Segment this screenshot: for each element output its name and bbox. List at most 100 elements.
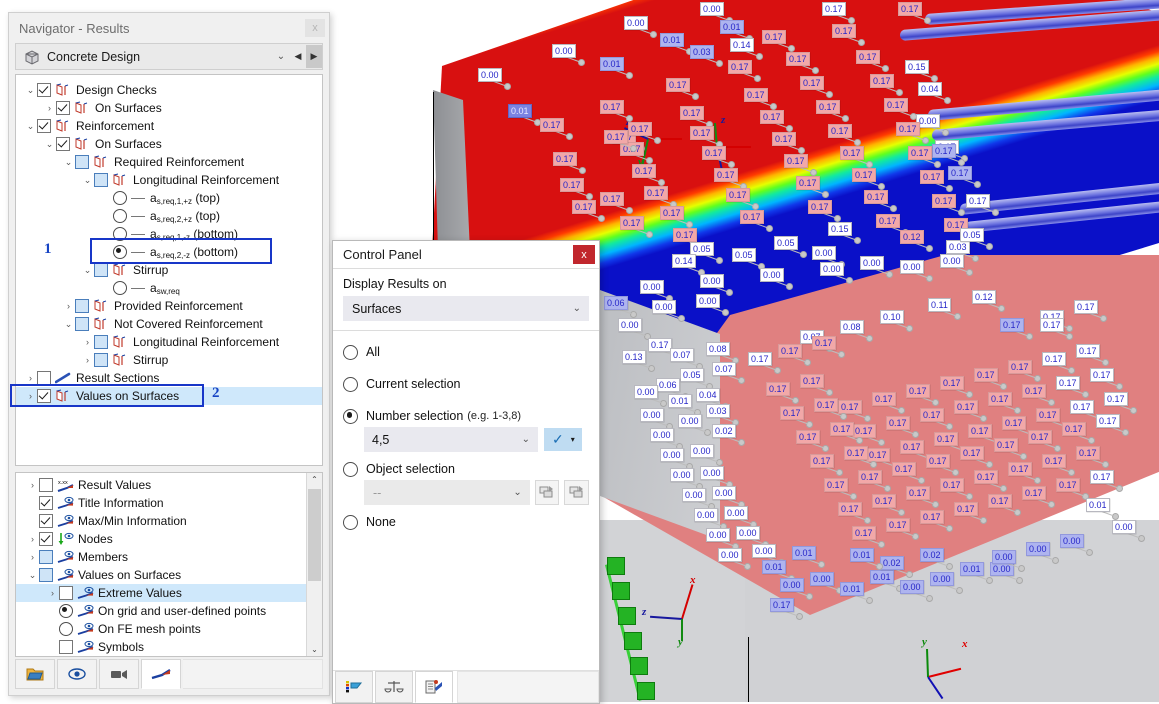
- radio-all[interactable]: [343, 345, 358, 360]
- tree-expander[interactable]: ⌄: [26, 570, 39, 581]
- tree-row[interactable]: as,req,2,-z (bottom): [16, 243, 322, 261]
- tree-row[interactable]: ›Longitudinal Reinforcement: [16, 333, 322, 351]
- checkbox[interactable]: [94, 335, 108, 349]
- chevron-down-icon[interactable]: ⌄: [522, 434, 530, 445]
- results-tree[interactable]: ⌄Design Checks›On Surfaces⌄Reinforcement…: [15, 74, 323, 466]
- number-selection-row[interactable]: 4,5 ⌄ ✓ ▾: [364, 427, 589, 452]
- tree-expander[interactable]: ›: [24, 373, 37, 383]
- chevron-down-icon[interactable]: ⌄: [573, 303, 581, 314]
- radio-object-selection[interactable]: [343, 462, 358, 477]
- navigator-tabbar[interactable]: [15, 659, 323, 689]
- checkbox[interactable]: [75, 299, 89, 313]
- tree-row[interactable]: ⌄Stirrup: [16, 261, 322, 279]
- option-object-selection[interactable]: Object selection: [343, 458, 589, 480]
- tree-expander[interactable]: ⌄: [24, 85, 37, 96]
- checkbox[interactable]: [37, 371, 51, 385]
- tree-row[interactable]: ›Values on Surfaces: [16, 387, 322, 405]
- chevron-down-icon[interactable]: ▾: [568, 435, 578, 444]
- checkbox[interactable]: [37, 119, 51, 133]
- views-navigator-tab[interactable]: [99, 659, 139, 689]
- checkbox[interactable]: [59, 586, 73, 600]
- close-icon[interactable]: x: [305, 19, 325, 37]
- tree-row[interactable]: ›Nodes: [16, 530, 306, 548]
- checkbox[interactable]: [37, 83, 51, 97]
- checkbox[interactable]: [39, 514, 53, 528]
- tree-row[interactable]: ›On Surfaces: [16, 99, 322, 117]
- scroll-down-icon[interactable]: ⌄: [311, 645, 318, 654]
- factors-tab[interactable]: [375, 671, 413, 703]
- tree-row[interactable]: ›Extreme Values: [16, 584, 306, 602]
- checkbox[interactable]: [75, 155, 89, 169]
- checkbox[interactable]: [75, 317, 89, 331]
- object-selection-row[interactable]: -- ⌄: [364, 480, 589, 505]
- radio-button[interactable]: [113, 209, 127, 223]
- check-icon[interactable]: ✓: [548, 431, 568, 448]
- pick-objects-alt-icon[interactable]: [564, 480, 589, 505]
- tree-row[interactable]: ›Result Sections: [16, 369, 322, 387]
- tree-row[interactable]: ›Provided Reinforcement: [16, 297, 322, 315]
- display-results-tab[interactable]: [415, 671, 453, 703]
- checkbox[interactable]: [56, 101, 70, 115]
- tree-expander[interactable]: ⌄: [62, 319, 75, 330]
- checkbox[interactable]: [39, 496, 53, 510]
- option-none[interactable]: None: [343, 511, 589, 533]
- radio-button[interactable]: [59, 604, 73, 618]
- tree-expander[interactable]: ⌄: [24, 121, 37, 132]
- tree-row[interactable]: Symbols: [16, 638, 306, 656]
- tree-expander[interactable]: ›: [26, 480, 39, 490]
- close-icon[interactable]: x: [573, 245, 595, 264]
- radio-number-selection[interactable]: [343, 409, 358, 424]
- number-selection-input[interactable]: 4,5 ⌄: [364, 427, 538, 452]
- radio-current-selection[interactable]: [343, 377, 358, 392]
- checkbox[interactable]: [39, 532, 53, 546]
- tree-expander[interactable]: ›: [43, 103, 56, 113]
- tree-row[interactable]: ⌄Reinforcement: [16, 117, 322, 135]
- checkbox[interactable]: [94, 173, 108, 187]
- display-navigator-tab[interactable]: [57, 659, 97, 689]
- tree-row[interactable]: ›Members: [16, 548, 306, 566]
- display-tree[interactable]: ›x.xxResult ValuesTitle InformationMax/M…: [15, 472, 323, 657]
- tree-row[interactable]: as,req,1,+z (top): [16, 189, 322, 207]
- checkbox[interactable]: [39, 550, 53, 564]
- option-number-selection[interactable]: Number selection (e.g. 1-3,8): [343, 405, 589, 427]
- option-all[interactable]: All: [343, 341, 589, 363]
- tree-expander[interactable]: ›: [81, 355, 94, 365]
- navigator-panel[interactable]: Navigator - Results x Concrete Design ⌄ …: [8, 12, 330, 696]
- option-current-selection[interactable]: Current selection: [343, 373, 589, 395]
- tree-row[interactable]: asw,req: [16, 279, 322, 297]
- tree-expander[interactable]: ›: [26, 552, 39, 562]
- scroll-up-icon[interactable]: ⌃: [311, 475, 318, 484]
- prev-arrow-icon[interactable]: ◀: [290, 45, 306, 68]
- color-scale-tab[interactable]: [335, 671, 373, 703]
- next-arrow-icon[interactable]: ▶: [306, 45, 322, 68]
- tree-expander[interactable]: ›: [81, 337, 94, 347]
- radio-button[interactable]: [113, 281, 127, 295]
- checkbox[interactable]: [37, 389, 51, 403]
- control-panel-tabbar[interactable]: [333, 670, 599, 703]
- radio-button[interactable]: [113, 227, 127, 241]
- radio-button[interactable]: [59, 622, 73, 636]
- tree-row[interactable]: ›x.xxResult Values: [16, 476, 306, 494]
- checkbox[interactable]: [94, 353, 108, 367]
- tree-row[interactable]: ⌄Required Reinforcement: [16, 153, 322, 171]
- tree-row[interactable]: Title Information: [16, 494, 306, 512]
- tree-expander[interactable]: ⌄: [43, 139, 56, 150]
- tree-expander[interactable]: ›: [26, 534, 39, 544]
- tree-row[interactable]: as,req,1,-z (bottom): [16, 225, 322, 243]
- object-selection-select[interactable]: -- ⌄: [364, 480, 530, 505]
- scrollbar-thumb[interactable]: [308, 489, 321, 581]
- tree-row[interactable]: ⌄On Surfaces: [16, 135, 322, 153]
- radio-none[interactable]: [343, 515, 358, 530]
- checkbox[interactable]: [39, 568, 53, 582]
- tree-row[interactable]: ›Stirrup: [16, 351, 322, 369]
- checkbox[interactable]: [94, 263, 108, 277]
- tree-expander[interactable]: ›: [46, 588, 59, 598]
- tree-row[interactable]: On grid and user-defined points: [16, 602, 306, 620]
- tree-expander[interactable]: ⌄: [62, 157, 75, 168]
- display-tree-rows[interactable]: ›x.xxResult ValuesTitle InformationMax/M…: [16, 473, 306, 656]
- chevron-down-icon[interactable]: ⌄: [272, 51, 290, 62]
- tree-expander[interactable]: ›: [62, 301, 75, 311]
- tree-expander[interactable]: ›: [24, 391, 37, 401]
- display-tree-scrollbar[interactable]: ⌃ ⌄: [306, 473, 322, 656]
- radio-button[interactable]: [113, 245, 127, 259]
